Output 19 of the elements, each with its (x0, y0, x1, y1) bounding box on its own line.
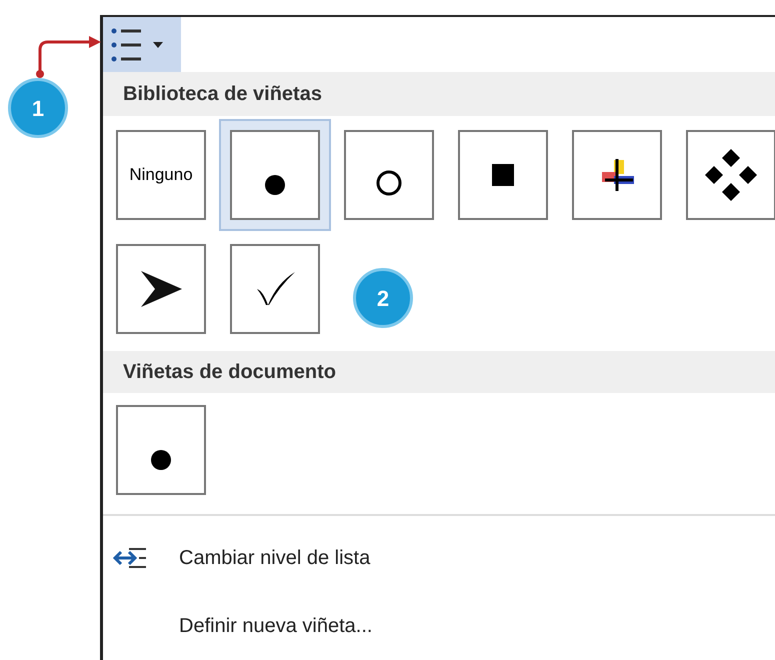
disc-bullet-icon (264, 174, 286, 196)
four-diamonds-icon (703, 146, 759, 203)
caret-icon (153, 42, 163, 48)
arrowhead-bullet-icon (139, 268, 183, 309)
list-level-icon (113, 547, 147, 569)
menu-item[interactable]: Cambiar nivel de lista (103, 524, 775, 592)
callout-arrow (35, 34, 101, 78)
section-header: Viñetas de documento (103, 350, 775, 393)
none-label: Ninguno (129, 164, 193, 186)
menu-item[interactable]: Definir nueva viñeta... (103, 592, 775, 660)
bullet-option[interactable] (219, 118, 331, 231)
bullets-button[interactable] (103, 17, 181, 72)
square-bullet-icon (492, 164, 514, 186)
bullet-list-icon (111, 26, 141, 64)
disc-bullet-icon (150, 449, 172, 471)
step-badge: 1 (8, 78, 68, 138)
section-header: Biblioteca de viñetas (103, 72, 775, 116)
circle-bullet-icon (376, 170, 402, 196)
cross-bullet-icon (600, 158, 634, 192)
